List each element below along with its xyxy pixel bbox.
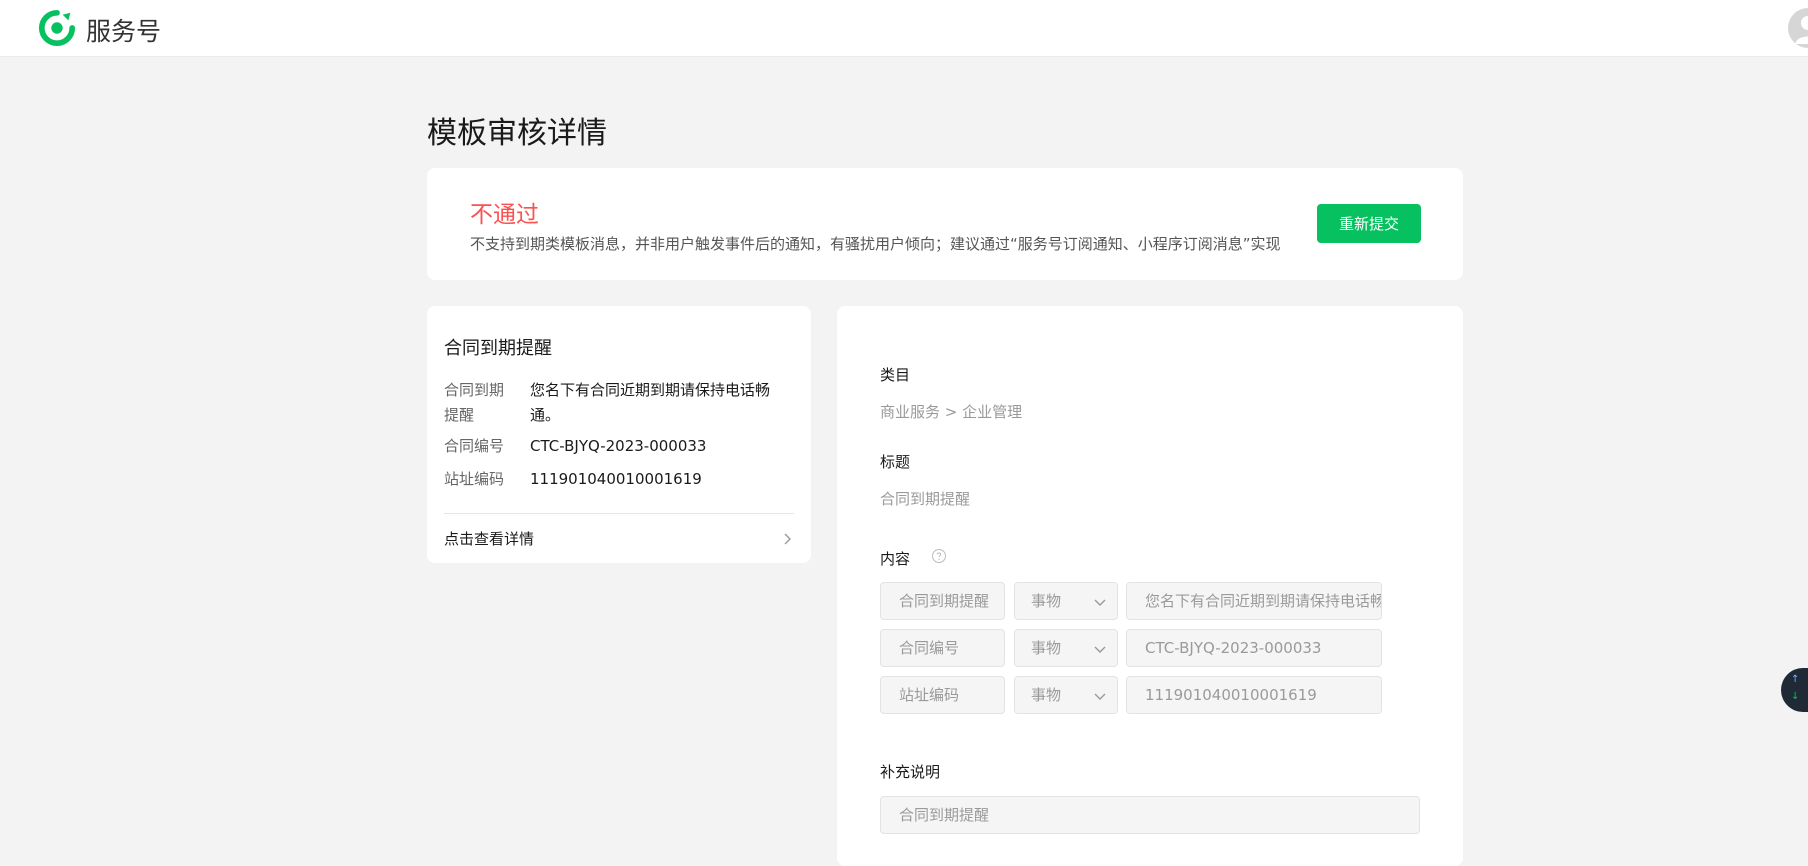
- preview-field-value: CTC-BJYQ-2023-000033: [530, 437, 707, 455]
- content-key-field: 站址编码: [880, 676, 1005, 714]
- message-preview-card: 合同到期提醒 合同到期提醒 您名下有合同近期到期请保持电话畅通。 合同编号 CT…: [427, 306, 811, 563]
- supplement-field: 合同到期提醒: [880, 796, 1420, 834]
- chevron-down-icon: [1094, 693, 1106, 700]
- content-value-field: CTC-BJYQ-2023-000033: [1126, 629, 1382, 667]
- category-value: 商业服务 > 企业管理: [880, 403, 1023, 421]
- content-type-value: 事物: [1031, 686, 1062, 704]
- preview-field-label: 合同编号: [444, 437, 505, 455]
- view-details-link[interactable]: 点击查看详情: [444, 528, 794, 552]
- view-details-label: 点击查看详情: [444, 530, 535, 548]
- user-avatar-icon: [1795, 16, 1808, 44]
- content-type-value: 事物: [1031, 639, 1062, 657]
- content-value-field: 111901040010001619: [1126, 676, 1382, 714]
- user-avatar[interactable]: [1788, 8, 1808, 48]
- content-type-select[interactable]: 事物: [1014, 582, 1118, 620]
- content-type-select[interactable]: 事物: [1014, 676, 1118, 714]
- resubmit-button[interactable]: 重新提交: [1317, 204, 1421, 243]
- floating-widget[interactable]: ↑ ↓: [1781, 668, 1808, 712]
- content-label: 内容: [880, 550, 911, 568]
- review-reason: 不支持到期类模板消息，并非用户触发事件后的通知，有骚扰用户倾向；建议通过“服务号…: [470, 235, 1281, 253]
- divider: [444, 513, 794, 514]
- chevron-down-icon: [1094, 599, 1106, 606]
- preview-title: 合同到期提醒: [444, 338, 552, 359]
- top-bar: 服务号: [0, 0, 1808, 57]
- preview-field-value: 您名下有合同近期到期请保持电话畅通。: [530, 381, 771, 424]
- help-icon[interactable]: [931, 548, 947, 564]
- preview-field-label: 站址编码: [444, 470, 505, 488]
- review-status-card: 不通过 不支持到期类模板消息，并非用户触发事件后的通知，有骚扰用户倾向；建议通过…: [427, 168, 1463, 280]
- preview-field-label: 合同到期提醒: [444, 381, 505, 424]
- chevron-right-icon: [784, 533, 791, 545]
- content-key-field: 合同编号: [880, 629, 1005, 667]
- review-status: 不通过: [470, 202, 539, 228]
- content-key-field: 合同到期提醒: [880, 582, 1005, 620]
- arrow-up-icon: ↑: [1791, 674, 1800, 685]
- content-type-select[interactable]: 事物: [1014, 629, 1118, 667]
- wechat-service-logo-icon[interactable]: [38, 9, 76, 47]
- content-type-value: 事物: [1031, 592, 1062, 610]
- title-label: 标题: [880, 453, 911, 471]
- title-value: 合同到期提醒: [880, 490, 971, 508]
- brand-name: 服务号: [86, 17, 162, 46]
- preview-field-value: 111901040010001619: [530, 470, 702, 488]
- content-value-field: 您名下有合同近期到期请保持电话畅通。: [1126, 582, 1382, 620]
- template-form-card: 类目 商业服务 > 企业管理 标题 合同到期提醒 内容 合同到期提醒 事物 您名…: [837, 306, 1463, 866]
- arrow-down-icon: ↓: [1791, 691, 1800, 702]
- supplement-label: 补充说明: [880, 763, 941, 781]
- page-title: 模板审核详情: [427, 116, 607, 151]
- category-label: 类目: [880, 366, 911, 384]
- chevron-down-icon: [1094, 646, 1106, 653]
